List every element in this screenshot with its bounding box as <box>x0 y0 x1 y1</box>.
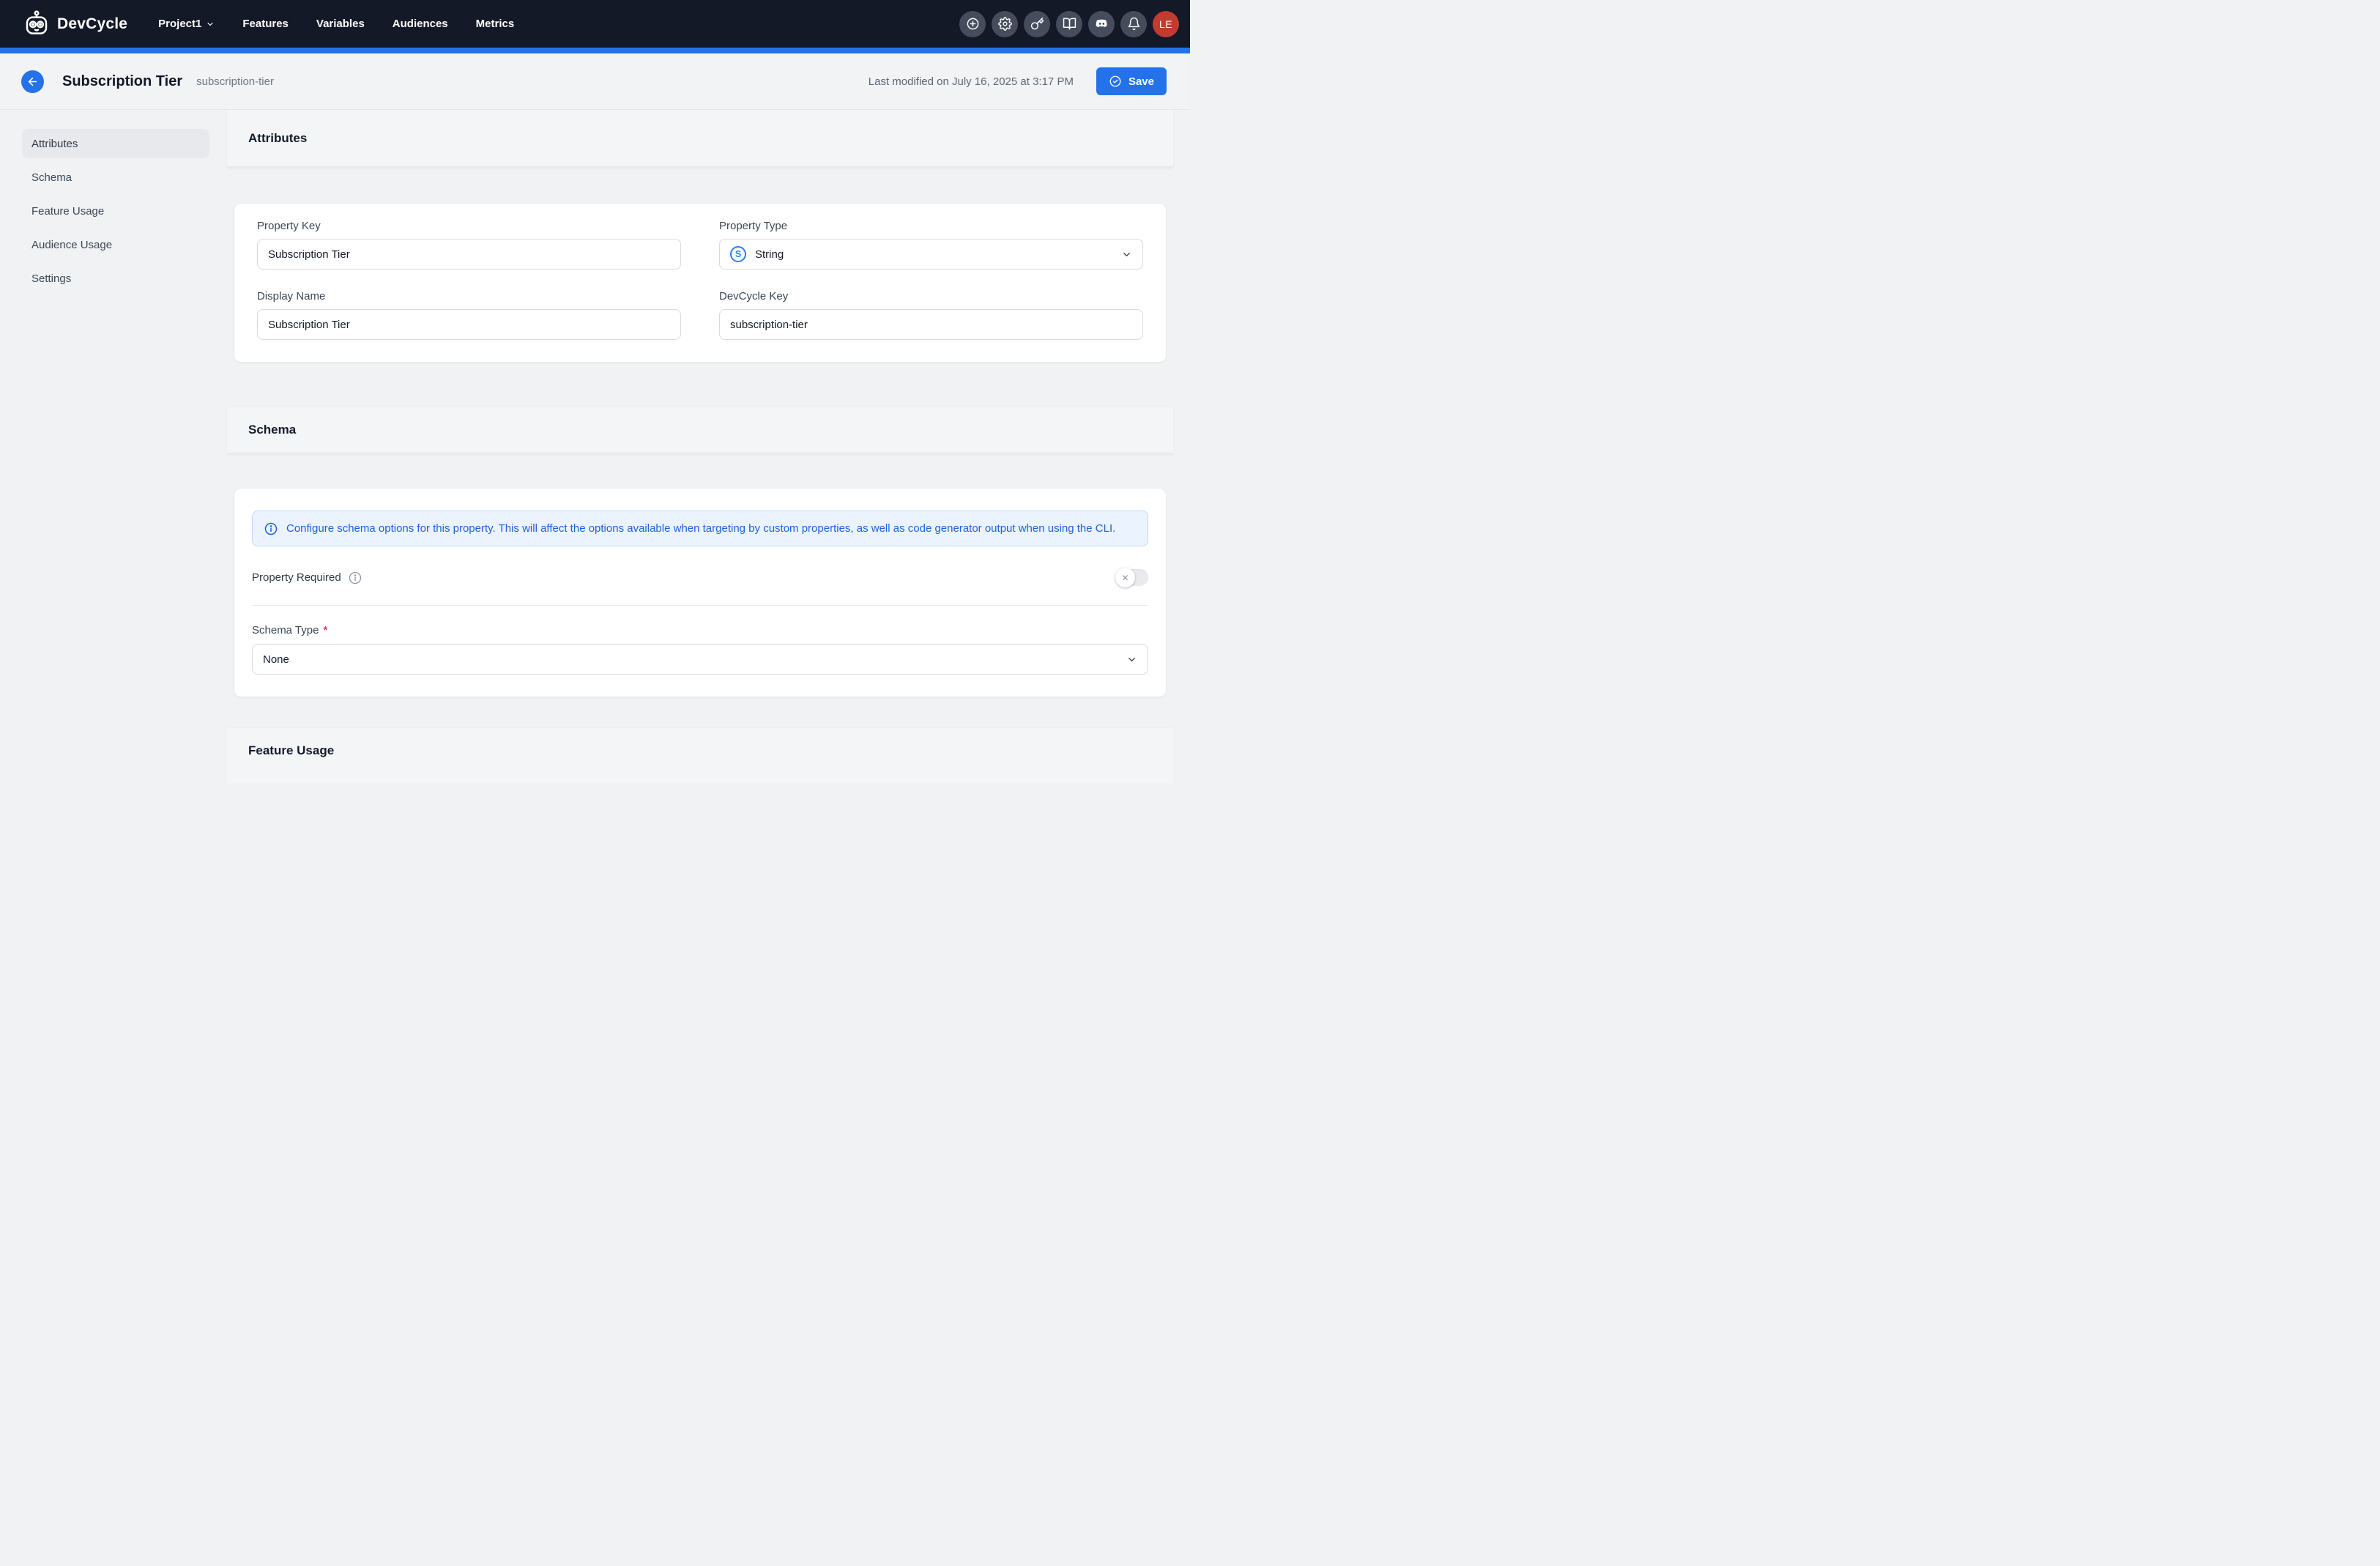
header-actions: Last modified on July 16, 2025 at 3:17 P… <box>869 67 1167 95</box>
feature-usage-section-title: Feature Usage <box>248 743 334 758</box>
nav-links: Project1 Features Variables Audiences Me… <box>158 18 514 30</box>
nav-project-label: Project1 <box>158 18 201 30</box>
property-key-label: Property Key <box>257 220 681 232</box>
display-name-group: Display Name <box>257 290 681 340</box>
property-required-toggle[interactable]: ✕ <box>1115 569 1148 586</box>
chevron-down-icon <box>1121 249 1132 260</box>
schema-info-text: Configure schema options for this proper… <box>286 522 1115 535</box>
save-button[interactable]: Save <box>1096 67 1167 95</box>
schema-info-banner: Configure schema options for this proper… <box>252 511 1148 546</box>
nav-item-metrics[interactable]: Metrics <box>476 18 515 30</box>
discord-icon <box>1095 17 1109 31</box>
property-type-label: Property Type <box>719 220 1143 232</box>
page-key: subscription-tier <box>196 75 274 88</box>
page-body: Attributes Schema Feature Usage Audience… <box>0 110 1190 783</box>
brand-name: DevCycle <box>57 15 127 33</box>
schema-type-group: Schema Type * None <box>252 624 1148 675</box>
display-name-input[interactable] <box>257 309 681 340</box>
settings-button[interactable] <box>992 11 1018 37</box>
back-button[interactable] <box>21 70 44 93</box>
navbar-actions: LE <box>959 11 1179 37</box>
property-type-select[interactable]: S String <box>719 239 1143 270</box>
schema-divider <box>252 605 1148 606</box>
string-type-icon: S <box>730 246 746 262</box>
docs-button[interactable] <box>1056 11 1082 37</box>
schema-section-header: Schema <box>227 406 1173 453</box>
chevron-down-icon <box>1126 654 1137 665</box>
required-asterisk: * <box>323 624 327 637</box>
top-navbar: DevCycle Project1 Features Variables Aud… <box>0 0 1190 48</box>
main-content: Attributes Property Key Property Type S … <box>227 110 1173 783</box>
nav-item-variables[interactable]: Variables <box>316 18 365 30</box>
property-type-value: String <box>755 248 784 261</box>
page-header: Subscription Tier subscription-tier Last… <box>0 53 1190 110</box>
key-icon <box>1030 17 1044 31</box>
check-circle-icon <box>1109 75 1122 88</box>
schema-type-value: None <box>263 653 289 666</box>
section-sidebar: Attributes Schema Feature Usage Audience… <box>0 110 227 783</box>
book-icon <box>1063 17 1076 31</box>
arrow-left-icon <box>26 75 39 88</box>
page-title: Subscription Tier <box>62 73 182 90</box>
nav-project-switcher[interactable]: Project1 <box>158 18 215 30</box>
notifications-button[interactable] <box>1120 11 1147 37</box>
schema-type-select[interactable]: None <box>252 644 1148 675</box>
property-required-label-group: Property Required <box>252 571 362 585</box>
attributes-form: Property Key Property Type S String Disp… <box>257 220 1143 340</box>
attributes-card: Property Key Property Type S String Disp… <box>234 203 1167 363</box>
schema-type-label-group: Schema Type * <box>252 624 1148 637</box>
discord-button[interactable] <box>1088 11 1115 37</box>
property-key-input[interactable] <box>257 239 681 270</box>
devcycle-key-group: DevCycle Key <box>719 290 1143 340</box>
accent-bar <box>0 48 1190 53</box>
chevron-down-icon <box>206 20 215 29</box>
devcycle-logo[interactable]: DevCycle <box>22 10 127 39</box>
toggle-off-icon: ✕ <box>1121 573 1128 583</box>
feature-usage-section-header: Feature Usage <box>227 727 1173 783</box>
save-button-label: Save <box>1128 75 1154 88</box>
property-required-label: Property Required <box>252 571 341 584</box>
bell-icon <box>1127 17 1141 31</box>
api-keys-button[interactable] <box>1024 11 1050 37</box>
sidebar-item-audience-usage[interactable]: Audience Usage <box>22 230 209 259</box>
user-avatar[interactable]: LE <box>1153 11 1179 37</box>
nav-item-audiences[interactable]: Audiences <box>393 18 448 30</box>
property-type-value-group: S String <box>730 246 784 262</box>
info-icon[interactable] <box>348 571 362 585</box>
devcycle-key-label: DevCycle Key <box>719 290 1143 303</box>
last-modified-text: Last modified on July 16, 2025 at 3:17 P… <box>869 75 1074 88</box>
property-key-group: Property Key <box>257 220 681 270</box>
create-button[interactable] <box>959 11 986 37</box>
property-type-group: Property Type S String <box>719 220 1143 270</box>
property-required-row: Property Required ✕ <box>252 569 1148 586</box>
sidebar-item-schema[interactable]: Schema <box>22 163 209 192</box>
robot-logo-icon <box>22 10 51 39</box>
gear-icon <box>998 17 1012 31</box>
toggle-knob: ✕ <box>1115 568 1135 587</box>
nav-item-features[interactable]: Features <box>242 18 289 30</box>
attributes-section-header: Attributes <box>227 110 1173 167</box>
schema-card: Configure schema options for this proper… <box>234 488 1167 697</box>
info-icon <box>264 522 278 536</box>
sidebar-item-settings[interactable]: Settings <box>22 264 209 293</box>
sidebar-item-attributes[interactable]: Attributes <box>22 129 209 158</box>
display-name-label: Display Name <box>257 290 681 303</box>
devcycle-key-input[interactable] <box>719 309 1143 340</box>
plus-circle-icon <box>966 17 980 31</box>
schema-type-label: Schema Type <box>252 624 319 637</box>
sidebar-item-feature-usage[interactable]: Feature Usage <box>22 196 209 226</box>
schema-section-title: Schema <box>248 423 296 437</box>
attributes-section-title: Attributes <box>248 131 307 146</box>
